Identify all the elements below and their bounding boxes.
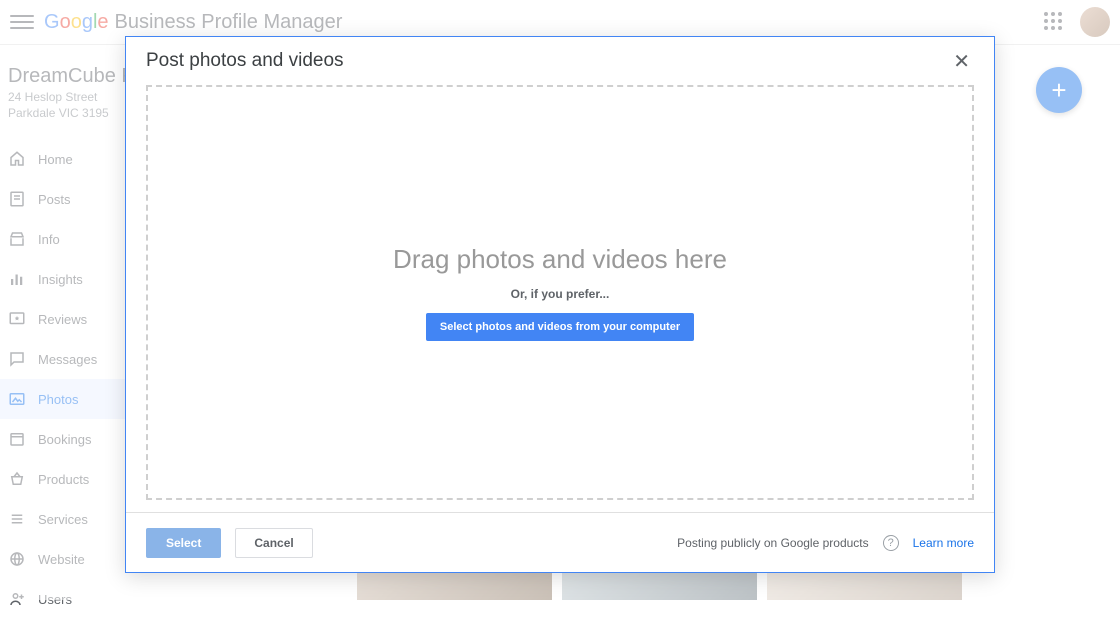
posting-note: Posting publicly on Google products: [677, 536, 868, 550]
drop-zone-title: Drag photos and videos here: [393, 244, 727, 275]
drop-zone[interactable]: Drag photos and videos here Or, if you p…: [146, 85, 974, 500]
select-button[interactable]: Select: [146, 528, 221, 558]
modal-title: Post photos and videos: [146, 50, 344, 72]
learn-more-link[interactable]: Learn more: [913, 536, 974, 550]
cancel-button[interactable]: Cancel: [235, 528, 312, 558]
help-icon[interactable]: ?: [883, 535, 899, 551]
upload-modal: Post photos and videos ✕ Drag photos and…: [125, 36, 995, 573]
select-from-computer-button[interactable]: Select photos and videos from your compu…: [426, 313, 694, 341]
drop-zone-subtitle: Or, if you prefer...: [511, 287, 610, 301]
close-icon[interactable]: ✕: [949, 45, 974, 78]
modal-overlay: Post photos and videos ✕ Drag photos and…: [0, 0, 1120, 600]
